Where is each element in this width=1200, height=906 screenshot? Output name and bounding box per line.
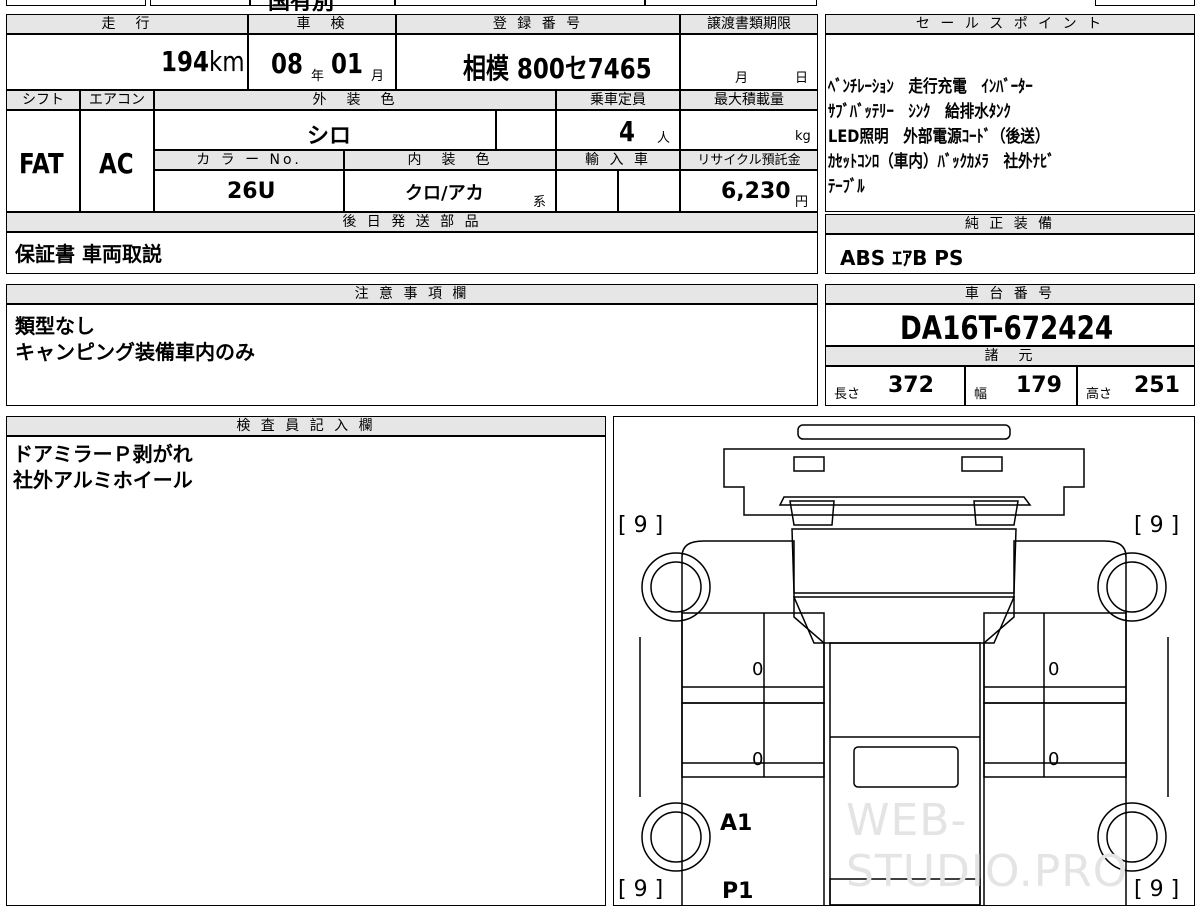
mileage-unit: km <box>209 45 245 78</box>
capacity-unit: 人 <box>657 131 671 146</box>
int-color-value: クロ/アカ <box>405 183 484 204</box>
ext-color-header: 外 装 色 <box>154 90 556 110</box>
shift-cell: FAT <box>6 110 80 212</box>
sales-point-line: ﾃｰﾌﾞﾙ <box>828 177 865 197</box>
inspection-month: 01 <box>331 47 363 80</box>
month-unit: 月 <box>371 69 385 84</box>
int-color-header: 内 装 色 <box>344 150 556 170</box>
spec-height-value: 251 <box>1134 373 1180 398</box>
registration-header: 登 録 番 号 <box>396 14 680 34</box>
capacity-header: 乗車定員 <box>556 90 680 110</box>
damage-mark-a1: A1 <box>720 811 753 836</box>
later-parts-value: 保証書 車両取説 <box>15 242 162 266</box>
int-color-unit: 系 <box>533 195 547 210</box>
notice-line: キャンピング装備車内のみ <box>15 340 255 364</box>
spec-width-cell: 幅 179 <box>965 366 1077 406</box>
door-left-front-mark: 0 <box>752 659 764 680</box>
spec-height-cell: 高さ 251 <box>1077 366 1195 406</box>
top-fragment-row: 国有別 <box>0 0 1200 15</box>
import-cell-a <box>556 170 618 212</box>
inspector-cell: ドアミラーＰ剥がれ 社外アルミホイール <box>6 436 606 906</box>
year-unit: 年 <box>311 69 325 84</box>
shift-value: FAT <box>19 147 64 180</box>
door-left-rear-mark: 0 <box>752 749 764 770</box>
sales-points-cell: ﾍﾞﾝﾁﾚｰｼｮﾝ 走行充電 ｲﾝﾊﾞｰﾀｰ ｻﾌﾞﾊﾞｯﾃﾘｰ ｼﾝｸ 給排水… <box>825 34 1195 212</box>
transfer-day-label: 日 <box>795 71 809 86</box>
recycle-value: 6,230 <box>721 179 791 204</box>
transfer-deadline-header: 譲渡書類期限 <box>680 14 818 34</box>
capacity-value: 4 <box>619 115 635 148</box>
recycle-unit: 円 <box>795 195 809 210</box>
spec-height-label: 高さ <box>1086 387 1113 402</box>
registration-cell: 相模 800セ7465 <box>396 34 680 90</box>
standard-equipment-value: ABS ｴｱB PS <box>840 246 964 270</box>
max-load-header: 最大積載量 <box>680 90 818 110</box>
inspection-header: 車 検 <box>248 14 396 34</box>
color-no-value: 26U <box>227 179 276 204</box>
max-load-unit: kg <box>795 129 811 144</box>
mileage-header: 走 行 <box>6 14 248 34</box>
chassis-value: DA16T-672424 <box>900 309 1114 347</box>
ext-color-extra-cell <box>496 110 556 150</box>
chassis-cell: DA16T-672424 <box>825 304 1195 347</box>
ac-value: AC <box>99 147 134 180</box>
transfer-month-label: 月 <box>735 71 749 86</box>
notice-cell: 類型なし キャンピング装備車内のみ <box>6 304 818 406</box>
ext-color-value: シロ <box>307 124 352 149</box>
sales-point-line: ﾍﾞﾝﾁﾚｰｼｮﾝ 走行充電 ｲﾝﾊﾞｰﾀｰ <box>828 77 1033 97</box>
inspector-line: 社外アルミホイール <box>13 468 193 492</box>
standard-equipment-cell: ABS ｴｱB PS <box>825 234 1195 274</box>
spec-length-cell: 長さ 372 <box>825 366 965 406</box>
int-color-cell: クロ/アカ 系 <box>344 170 556 212</box>
spec-length-value: 372 <box>888 373 934 398</box>
inspection-year: 08 <box>271 47 303 80</box>
capacity-cell: 4 人 <box>556 110 680 150</box>
color-no-header: カ ラ ー No. <box>154 150 344 170</box>
inspection-cell: 08 年 01 月 <box>248 34 396 90</box>
chassis-header: 車 台 番 号 <box>825 284 1195 304</box>
transfer-deadline-cell: 月 日 <box>680 34 818 90</box>
recycle-header: リサイクル預託金 <box>680 150 818 170</box>
max-load-cell: kg <box>680 110 818 150</box>
spec-width-value: 179 <box>1016 373 1062 398</box>
inspector-line: ドアミラーＰ剥がれ <box>13 442 193 466</box>
tire-rear-left-label: [ 9 ] <box>618 877 664 902</box>
specs-header: 諸 元 <box>825 346 1195 366</box>
recycle-cell: 6,230 円 <box>680 170 818 212</box>
sales-points-list: ﾍﾞﾝﾁﾚｰｼｮﾝ 走行充電 ｲﾝﾊﾞｰﾀｰ ｻﾌﾞﾊﾞｯﾃﾘｰ ｼﾝｸ 給排水… <box>828 75 1055 200</box>
import-header: 輸 入 車 <box>556 150 680 170</box>
tire-front-left-label: [ 9 ] <box>618 513 664 538</box>
tire-front-right-label: [ 9 ] <box>1134 513 1180 538</box>
damage-mark-p1: P1 <box>722 879 754 904</box>
spec-width-label: 幅 <box>974 387 988 402</box>
door-right-rear-mark: 0 <box>1048 749 1060 770</box>
color-no-cell: 26U <box>154 170 344 212</box>
door-right-front-mark: 0 <box>1048 659 1060 680</box>
standard-equipment-header: 純 正 装 備 <box>825 214 1195 234</box>
tire-rear-right-label: [ 9 ] <box>1134 877 1180 902</box>
import-cell-b <box>618 170 680 212</box>
sales-point-line: ｶｾｯﾄｺﾝﾛ（車内）ﾊﾞｯｸｶﾒﾗ 社外ﾅﾋﾞ <box>828 152 1055 172</box>
notice-line: 類型なし <box>15 314 95 338</box>
later-parts-header: 後 日 発 送 部 品 <box>6 212 818 232</box>
spec-length-label: 長さ <box>834 387 861 402</box>
ext-color-cell: シロ <box>154 110 496 150</box>
ac-cell: AC <box>80 110 154 212</box>
mileage-value: 194 <box>161 45 209 78</box>
registration-number: 相模 800セ7465 <box>463 52 652 85</box>
vehicle-diagram: WEB-STUDIO.PRO [ 9 ] [ 9 ] [ 9 ] [ 9 ] 0… <box>613 416 1195 906</box>
inspector-header: 検 査 員 記 入 欄 <box>6 416 606 436</box>
ac-header: エアコン <box>80 90 154 110</box>
sales-point-line: LED照明 外部電源ｺｰﾄﾞ（後送） <box>828 127 1050 147</box>
sales-point-line: ｻﾌﾞﾊﾞｯﾃﾘｰ ｼﾝｸ 給排水ﾀﾝｸ <box>828 102 1011 122</box>
mileage-cell: 194 km <box>6 34 248 90</box>
shift-header: シフト <box>6 90 80 110</box>
sales-points-header: セ ー ル ス ポ イ ン ト <box>825 14 1195 34</box>
later-parts-cell: 保証書 車両取説 <box>6 232 818 274</box>
notice-header: 注 意 事 項 欄 <box>6 284 818 304</box>
